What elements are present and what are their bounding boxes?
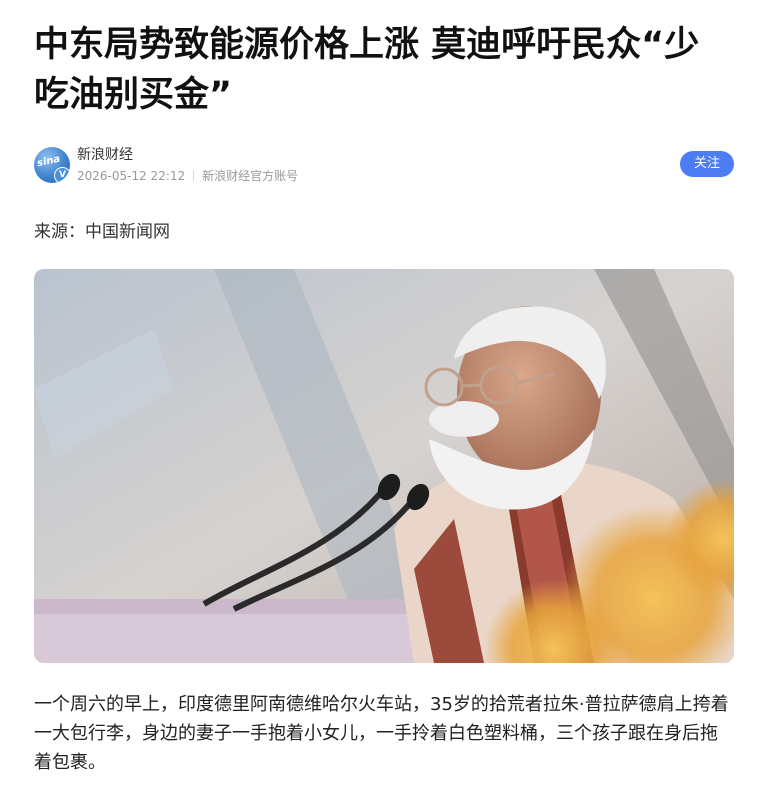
follow-button[interactable]: 关注 [680, 151, 734, 177]
account-type: 新浪财经官方账号 [202, 169, 299, 183]
article-photo [34, 269, 734, 663]
meta-divider [193, 170, 195, 181]
author-row: sina V 新浪财经 2026-05-12 22:12 新浪财经官方账号 关注 [34, 143, 734, 187]
author-meta: 2026-05-12 22:12 新浪财经官方账号 [77, 168, 298, 184]
article-title: 中东局势致能源价格上涨 莫迪呼吁民众“少吃油别买金” [34, 25, 700, 115]
article-paragraph: 一个周六的早上，印度德里阿南德维哈尔火车站，35岁的拾荒者拉朱·普拉萨德肩上挎着… [34, 694, 729, 773]
news-photo-icon [34, 269, 734, 663]
sina-logo-icon: sina [36, 153, 62, 170]
author-avatar[interactable]: sina V [34, 147, 70, 183]
verified-badge-icon: V [54, 167, 70, 183]
article-source: 来源：中国新闻网 [34, 222, 170, 242]
author-name[interactable]: 新浪财经 [77, 146, 133, 164]
publish-datetime: 2026-05-12 22:12 [77, 169, 186, 183]
